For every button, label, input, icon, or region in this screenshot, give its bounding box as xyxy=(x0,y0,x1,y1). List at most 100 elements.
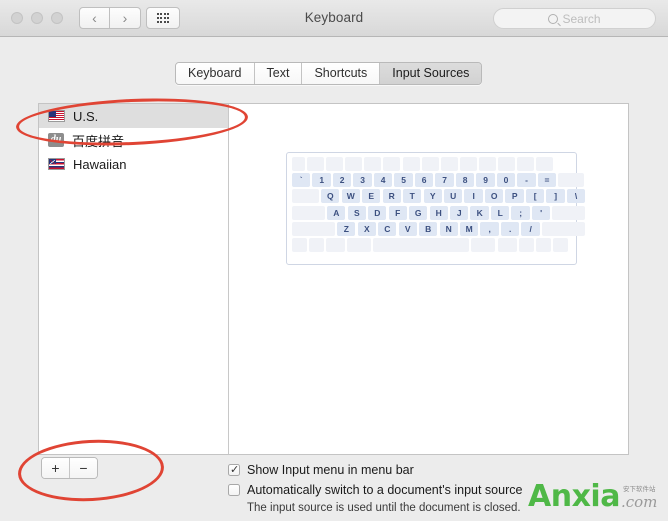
key-i: I xyxy=(464,189,482,203)
key-e: E xyxy=(362,189,380,203)
key-7: 7 xyxy=(435,173,453,187)
tab-input-sources[interactable]: Input Sources xyxy=(380,63,481,84)
key-f2 xyxy=(326,157,343,171)
keyboard-layout-preview: ` 1 2 3 4 5 6 7 8 9 0 - = Q W E R xyxy=(286,152,577,265)
input-sources-panel: U.S. du 百度拼音 Hawaiian xyxy=(38,103,629,455)
list-item-hawaiian[interactable]: Hawaiian xyxy=(39,152,228,176)
key-minus: - xyxy=(517,173,535,187)
key-f10 xyxy=(479,157,496,171)
list-item-baidu-pinyin[interactable]: du 百度拼音 xyxy=(39,128,228,152)
key-k: K xyxy=(470,206,488,220)
search-icon xyxy=(548,14,558,24)
us-flag-icon xyxy=(48,110,65,122)
key-return xyxy=(552,206,585,220)
key-o: O xyxy=(485,189,503,203)
key-p: P xyxy=(505,189,523,203)
option-show-input-menu[interactable]: Show Input menu in menu bar xyxy=(228,460,522,480)
key-fn xyxy=(292,238,307,252)
tab-bar: Keyboard Text Shortcuts Input Sources xyxy=(0,37,668,90)
key-q: Q xyxy=(321,189,339,203)
options-group: Show Input menu in menu bar Automaticall… xyxy=(228,460,522,514)
key-r: R xyxy=(383,189,401,203)
key-bracket-left: [ xyxy=(526,189,544,203)
key-f7 xyxy=(422,157,439,171)
key-esc xyxy=(292,157,305,171)
keyboard-home-row: A S D F G H J K L ; ' xyxy=(292,206,571,220)
key-3: 3 xyxy=(353,173,371,187)
remove-input-source-button[interactable]: − xyxy=(70,458,97,478)
key-eject xyxy=(536,157,553,171)
keyboard-top-row: Q W E R T Y U I O P [ ] \ xyxy=(292,189,571,203)
search-placeholder: Search xyxy=(562,12,600,26)
key-w: W xyxy=(342,189,360,203)
watermark-domain-group: 安下软件站 .com xyxy=(620,494,657,512)
watermark-chinese-text: 安下软件站 xyxy=(623,483,656,493)
key-command-right xyxy=(471,238,495,252)
add-remove-button-group: + − xyxy=(41,457,98,479)
key-tab xyxy=(292,189,319,203)
key-m: M xyxy=(460,222,478,236)
key-4: 4 xyxy=(374,173,392,187)
auto-switch-label: Automatically switch to a document's inp… xyxy=(247,483,522,497)
key-f5 xyxy=(383,157,400,171)
list-item-label: 百度拼音 xyxy=(72,131,124,150)
key-option-right xyxy=(498,238,517,252)
key-8: 8 xyxy=(456,173,474,187)
key-f8 xyxy=(441,157,458,171)
tab-keyboard[interactable]: Keyboard xyxy=(176,63,255,84)
list-item-label: U.S. xyxy=(73,109,98,124)
keyboard-preferences-window: ‹ › Keyboard Search Keyboard Text Shortc… xyxy=(0,0,668,521)
key-c: C xyxy=(378,222,396,236)
key-f4 xyxy=(364,157,381,171)
key-6: 6 xyxy=(415,173,433,187)
key-shift-right xyxy=(542,222,585,236)
key-l: L xyxy=(491,206,509,220)
panel-divider xyxy=(228,104,229,454)
key-d: D xyxy=(368,206,386,220)
key-capslock xyxy=(292,206,325,220)
key-t: T xyxy=(403,189,421,203)
key-u: U xyxy=(444,189,462,203)
search-input[interactable]: Search xyxy=(493,8,656,29)
keyboard-modifier-row xyxy=(292,238,571,252)
tab-text[interactable]: Text xyxy=(255,63,303,84)
key-equal: = xyxy=(538,173,556,187)
key-5: 5 xyxy=(394,173,412,187)
key-v: V xyxy=(399,222,417,236)
key-delete xyxy=(558,173,584,187)
key-z: Z xyxy=(337,222,355,236)
key-s: S xyxy=(348,206,366,220)
show-input-menu-checkbox[interactable] xyxy=(228,464,240,476)
list-item-us[interactable]: U.S. xyxy=(39,104,228,128)
auto-switch-checkbox[interactable] xyxy=(228,484,240,496)
key-f11 xyxy=(498,157,515,171)
key-y: Y xyxy=(424,189,442,203)
option-auto-switch[interactable]: Automatically switch to a document's inp… xyxy=(228,480,522,500)
input-source-list[interactable]: U.S. du 百度拼音 Hawaiian xyxy=(39,104,228,454)
key-h: H xyxy=(430,206,448,220)
hawaii-flag-icon xyxy=(48,158,65,170)
key-backslash: \ xyxy=(567,189,585,203)
add-input-source-button[interactable]: + xyxy=(42,458,70,478)
key-0: 0 xyxy=(497,173,515,187)
key-arrow-left xyxy=(519,238,534,252)
key-f9 xyxy=(460,157,477,171)
key-arrow-updown xyxy=(536,238,551,252)
key-comma: , xyxy=(480,222,498,236)
watermark: Anxia 安下软件站 .com xyxy=(528,482,657,512)
key-bracket-right: ] xyxy=(546,189,564,203)
key-semicolon: ; xyxy=(511,206,529,220)
keyboard-function-row xyxy=(292,157,571,171)
key-f12 xyxy=(517,157,534,171)
key-space xyxy=(373,238,469,252)
tab-shortcuts[interactable]: Shortcuts xyxy=(302,63,380,84)
key-quote: ' xyxy=(532,206,550,220)
key-shift-left xyxy=(292,222,335,236)
window-titlebar: ‹ › Keyboard Search xyxy=(0,0,668,37)
key-n: N xyxy=(440,222,458,236)
key-backtick: ` xyxy=(292,173,310,187)
keyboard-bottom-row: Z X C V B N M , . / xyxy=(292,222,571,236)
key-b: B xyxy=(419,222,437,236)
list-item-label: Hawaiian xyxy=(73,157,126,172)
key-f: F xyxy=(389,206,407,220)
